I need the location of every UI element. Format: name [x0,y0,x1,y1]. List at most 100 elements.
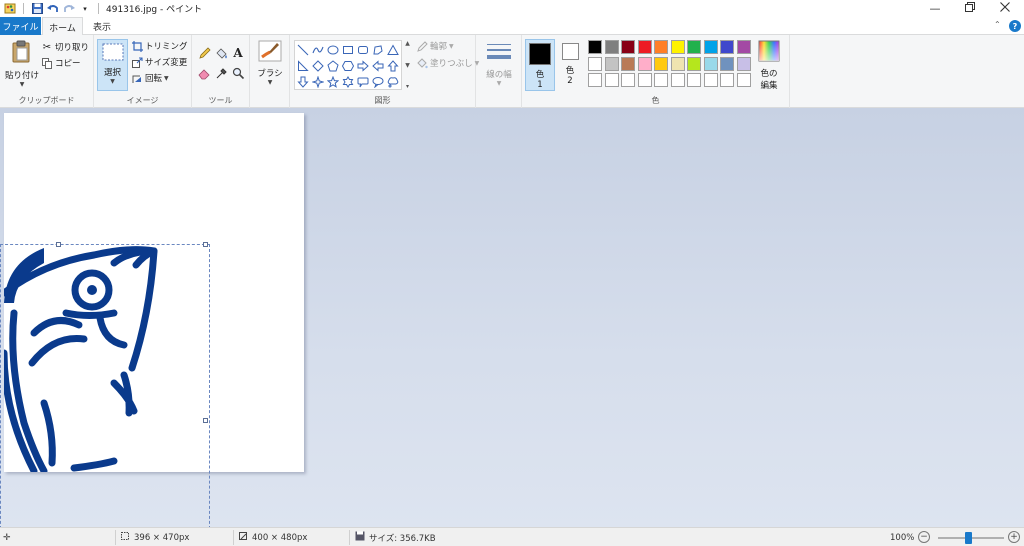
four-point-star-shape-icon[interactable] [310,74,325,89]
save-icon[interactable] [29,1,45,17]
edit-colors-button[interactable]: 色の 編集 [754,40,784,91]
crop-button[interactable]: トリミング [131,39,188,53]
rotate-button[interactable]: 回転 ▼ [131,71,169,85]
magnifier-icon[interactable] [231,66,245,80]
clipboard-group: 貼り付け ▼ ✂ 切り取り コピー クリップボード [0,35,94,108]
customize-toolbar-chevron-icon[interactable]: ▾ [77,1,93,17]
zoom-out-button[interactable]: − [918,531,930,543]
palette-swatch[interactable] [621,40,635,54]
fill-button[interactable]: 塗りつぶし ▼ [416,56,479,70]
palette-swatch[interactable] [637,40,652,54]
palette-swatch[interactable] [687,73,701,87]
color1-label: 色 [535,70,545,80]
cut-button[interactable]: ✂ 切り取り [41,40,89,54]
right-arrow-shape-icon[interactable] [355,58,370,73]
palette-swatch[interactable] [720,73,734,87]
palette-swatch[interactable] [670,40,685,54]
line-width-button[interactable]: 線の幅 ▼ [482,43,516,87]
color-picker-icon[interactable] [214,66,228,80]
hexagon-shape-icon[interactable] [340,58,355,73]
palette-swatch[interactable] [703,40,718,54]
outline-pen-icon [416,40,428,52]
paint-app-icon[interactable] [2,1,18,17]
palette-swatch[interactable] [736,40,751,54]
help-icon[interactable]: ? [1009,20,1021,32]
palette-swatch[interactable] [654,56,668,71]
palette-swatch[interactable] [654,40,668,54]
fill-bucket-icon[interactable] [214,46,228,60]
diamond-shape-icon[interactable] [310,58,325,73]
minimize-button[interactable]: — [918,0,952,17]
palette-swatch[interactable] [604,56,619,71]
palette-swatch[interactable] [670,56,685,71]
pentagon-shape-icon[interactable] [325,58,340,73]
gallery-up-chevron-icon[interactable]: ▲ [405,40,410,47]
gallery-more-chevron-icon[interactable]: ▾ [406,83,409,90]
down-arrow-shape-icon[interactable] [295,74,310,89]
palette-swatch[interactable] [637,56,652,71]
palette-swatch[interactable] [670,73,685,87]
resize-button[interactable]: サイズ変更 [131,55,187,69]
rounded-callout-shape-icon[interactable] [355,74,370,89]
palette-swatch[interactable] [588,40,602,54]
oval-shape-icon[interactable] [325,42,340,57]
close-button[interactable] [988,0,1022,17]
size-group: 線の幅 ▼ [476,35,522,108]
pencil-icon[interactable] [197,46,211,60]
brush-button[interactable]: ブラシ ▼ [253,40,287,86]
palette-swatch[interactable] [736,73,751,87]
rectangle-shape-icon[interactable] [340,42,355,57]
up-arrow-shape-icon[interactable] [385,58,400,73]
tab-home[interactable]: ホーム [42,17,83,36]
ribbon-tab-row: ファイル ホーム 表示 ⌃ ? [0,17,1024,36]
zoom-slider-thumb[interactable] [965,532,972,544]
curve-shape-icon[interactable] [310,42,325,57]
palette-swatch[interactable] [637,73,652,87]
line-width-chevron-down-icon: ▼ [496,80,502,87]
canvas-workspace[interactable] [0,108,1024,527]
six-point-star-shape-icon[interactable] [340,74,355,89]
left-arrow-shape-icon[interactable] [370,58,385,73]
polygon-shape-icon[interactable] [370,42,385,57]
palette-swatch[interactable] [604,40,619,54]
right-triangle-shape-icon[interactable] [295,58,310,73]
rounded-rectangle-shape-icon[interactable] [355,42,370,57]
five-point-star-shape-icon[interactable] [325,74,340,89]
undo-icon[interactable] [45,1,61,17]
tab-view[interactable]: 表示 [84,17,120,35]
palette-swatch[interactable] [654,73,668,87]
palette-swatch[interactable] [588,73,602,87]
paste-button[interactable]: 貼り付け ▼ [4,40,40,88]
palette-swatch[interactable] [588,56,602,71]
select-button[interactable]: 選択 ▼ [97,39,128,91]
oval-callout-shape-icon[interactable] [370,74,385,89]
text-tool-icon[interactable]: A [231,46,245,60]
outline-button[interactable]: 輪郭 ▼ [416,39,454,53]
palette-swatch[interactable] [687,40,701,54]
copy-button[interactable]: コピー [41,56,81,70]
palette-swatch[interactable] [703,56,718,71]
triangle-shape-icon[interactable] [385,42,400,57]
palette-swatch[interactable] [736,56,751,71]
palette-swatch[interactable] [621,73,635,87]
line-width-icon [487,43,511,64]
collapse-ribbon-chevron-icon[interactable]: ⌃ [994,20,1001,29]
drawing-canvas[interactable] [0,113,304,527]
palette-swatch[interactable] [604,73,619,87]
tab-file[interactable]: ファイル [0,17,41,35]
gallery-down-chevron-icon[interactable]: ▼ [405,62,410,69]
zoom-in-button[interactable]: + [1008,531,1020,543]
color2-button[interactable]: 色 2 [558,43,582,86]
eraser-icon[interactable] [197,66,211,80]
palette-swatch[interactable] [720,56,734,71]
color1-button[interactable]: 色 1 [525,39,555,91]
restore-button[interactable] [953,0,987,17]
palette-swatch[interactable] [703,73,718,87]
cloud-callout-shape-icon[interactable] [385,74,400,89]
redo-icon[interactable] [61,1,77,17]
palette-swatch[interactable] [687,56,701,71]
fill-icon [416,57,428,69]
line-shape-icon[interactable] [295,42,310,57]
palette-swatch[interactable] [720,40,734,54]
palette-swatch[interactable] [621,56,635,71]
